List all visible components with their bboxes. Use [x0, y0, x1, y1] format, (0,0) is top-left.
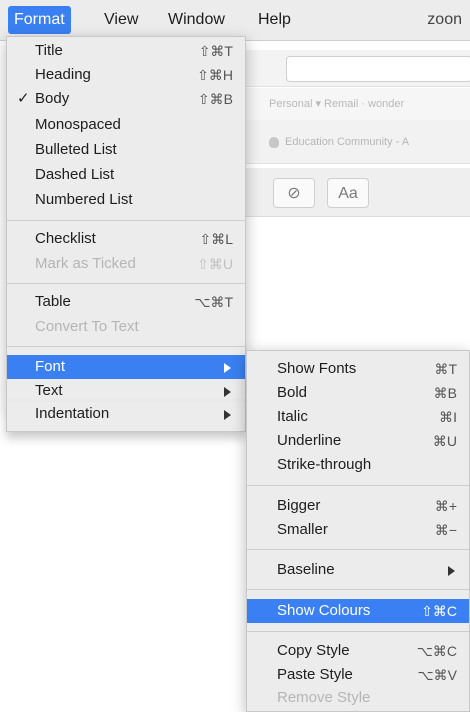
- menu-item-body[interactable]: ✓ Body ⇧⌘B: [7, 87, 245, 111]
- background-address-field[interactable]: [286, 56, 470, 82]
- menu-item-shortcut: ⌘T: [434, 361, 457, 377]
- menu-item-copy-style[interactable]: Copy Style ⌥⌘C: [247, 639, 469, 663]
- menu-item-dashed-list[interactable]: Dashed List: [7, 163, 245, 187]
- menu-item-paste-style[interactable]: Paste Style ⌥⌘V: [247, 663, 469, 687]
- menu-item-bulleted-list[interactable]: Bulleted List: [7, 138, 245, 162]
- menu-item-label: Copy Style: [277, 642, 350, 659]
- menu-item-shortcut: ⇧⌘L: [199, 231, 233, 247]
- menu-item-label: Monospaced: [35, 116, 121, 133]
- menu-item-shortcut: ⌘−: [434, 522, 457, 538]
- menu-item-shortcut: ⌥⌘C: [416, 643, 457, 659]
- menu-item-label: Strike-through: [277, 456, 372, 473]
- background-bookmarks-bar: Personal ▾ Remail · wonder: [245, 88, 470, 120]
- menu-item-shortcut: ⌘B: [433, 385, 457, 401]
- font-style-label: Aa: [338, 185, 358, 202]
- menu-item-label: Title: [35, 42, 63, 59]
- menu-item-mark-as-ticked: Mark as Ticked ⇧⌘U: [7, 252, 245, 276]
- menu-item-label: Dashed List: [35, 166, 115, 183]
- menu-item-monospaced[interactable]: Monospaced: [7, 113, 245, 137]
- menu-separator: [247, 631, 469, 632]
- submenu-arrow-icon: [224, 387, 231, 397]
- menu-item-bold[interactable]: Bold ⌘B: [247, 381, 469, 405]
- format-menu: Title ⇧⌘T Heading ⇧⌘H ✓ Body ⇧⌘B Monospa…: [6, 36, 246, 406]
- menu-item-heading[interactable]: Heading ⇧⌘H: [7, 63, 245, 87]
- menu-item-shortcut: ⌘I: [439, 409, 457, 425]
- menu-item-baseline[interactable]: Baseline: [247, 558, 469, 582]
- menu-item-show-fonts[interactable]: Show Fonts ⌘T: [247, 357, 469, 381]
- menu-item-show-colours[interactable]: Show Colours ⇧⌘C: [247, 599, 469, 623]
- menu-item-shortcut: ⌥⌘T: [194, 294, 233, 310]
- menu-item-title[interactable]: Title ⇧⌘T: [7, 39, 245, 63]
- menu-item-shortcut: ⇧⌘C: [421, 603, 457, 619]
- checklist-icon: ⊘: [287, 185, 301, 202]
- menu-item-label: Bulleted List: [35, 141, 117, 158]
- submenu-arrow-icon: [224, 363, 231, 373]
- menu-item-text[interactable]: Text: [7, 379, 245, 403]
- notes-format-toolbar: ⊘ Aa: [245, 168, 470, 217]
- format-menu-bottom: Indentation: [6, 402, 246, 432]
- menu-item-label: Text: [35, 382, 63, 399]
- menu-item-table[interactable]: Table ⌥⌘T: [7, 290, 245, 314]
- menu-item-shortcut: ⇧⌘U: [197, 256, 233, 272]
- font-submenu: Show Fonts ⌘T Bold ⌘B Italic ⌘I Underlin…: [246, 350, 470, 712]
- menu-item-label: Bold: [277, 384, 308, 401]
- submenu-arrow-icon: [448, 566, 455, 576]
- menu-item-label: Checklist: [35, 230, 96, 247]
- menu-item-label: Mark as Ticked: [35, 255, 136, 272]
- menu-item-label: Paste Style: [277, 666, 353, 683]
- menu-item-strike-through[interactable]: Strike-through: [247, 453, 469, 477]
- menu-item-label: Underline: [277, 432, 342, 449]
- menu-item-indentation[interactable]: Indentation: [7, 402, 245, 426]
- checkmark-icon: ✓: [17, 90, 30, 107]
- menu-item-remove-style: Remove Style: [247, 686, 469, 710]
- menu-separator: [247, 549, 469, 550]
- background-tab-title: Education Community - A: [285, 136, 410, 148]
- menu-item-label: Italic: [277, 408, 308, 425]
- font-style-button[interactable]: Aa: [327, 178, 369, 208]
- menu-item-shortcut: ⌥⌘V: [417, 667, 457, 683]
- menu-item-shortcut: ⇧⌘T: [198, 43, 233, 59]
- menu-separator: [247, 485, 469, 486]
- menu-item-font[interactable]: Font: [7, 355, 245, 379]
- menubar-window[interactable]: Window: [162, 6, 231, 34]
- menu-item-italic[interactable]: Italic ⌘I: [247, 405, 469, 429]
- menubar-view[interactable]: View: [98, 6, 144, 34]
- menu-item-underline[interactable]: Underline ⌘U: [247, 429, 469, 453]
- menu-item-label: Smaller: [277, 521, 328, 538]
- menu-item-label: Font: [35, 358, 66, 375]
- menu-item-label: Baseline: [277, 561, 335, 578]
- menu-item-label: Convert To Text: [35, 318, 139, 335]
- checklist-button[interactable]: ⊘: [273, 178, 315, 208]
- menubar-zoom-app-label[interactable]: zoon: [427, 6, 462, 34]
- menu-separator: [7, 283, 245, 284]
- menu-item-bigger[interactable]: Bigger ⌘+: [247, 494, 469, 518]
- menu-item-label: Bigger: [277, 497, 321, 514]
- menu-item-label: Body: [35, 90, 70, 107]
- menu-item-label: Remove Style: [277, 689, 371, 706]
- menu-item-label: Indentation: [35, 405, 110, 422]
- menu-separator: [7, 220, 245, 221]
- menu-item-shortcut: ⌘U: [432, 433, 457, 449]
- menubar-format[interactable]: Format: [8, 6, 71, 34]
- menu-item-shortcut: ⇧⌘B: [197, 91, 233, 107]
- menu-item-smaller[interactable]: Smaller ⌘−: [247, 518, 469, 542]
- menu-separator: [7, 346, 245, 347]
- menu-item-shortcut: ⌘+: [434, 498, 457, 514]
- apple-icon: [269, 136, 279, 148]
- menu-item-label: Show Fonts: [277, 360, 357, 377]
- menubar-help[interactable]: Help: [252, 6, 297, 34]
- menu-separator: [247, 589, 469, 590]
- submenu-arrow-icon: [224, 410, 231, 420]
- menu-item-label: Heading: [35, 66, 91, 83]
- menu-item-label: Table: [35, 293, 71, 310]
- menu-item-label: Show Colours: [277, 602, 371, 619]
- menu-item-checklist[interactable]: Checklist ⇧⌘L: [7, 227, 245, 251]
- menu-bar: Format View Window Help zoon: [0, 0, 470, 41]
- menu-item-label: Numbered List: [35, 191, 133, 208]
- menu-item-numbered-list[interactable]: Numbered List: [7, 188, 245, 212]
- menu-item-convert-to-text: Convert To Text: [7, 315, 245, 339]
- background-tab[interactable]: Education Community - A: [245, 120, 470, 164]
- menu-item-shortcut: ⇧⌘H: [197, 67, 233, 83]
